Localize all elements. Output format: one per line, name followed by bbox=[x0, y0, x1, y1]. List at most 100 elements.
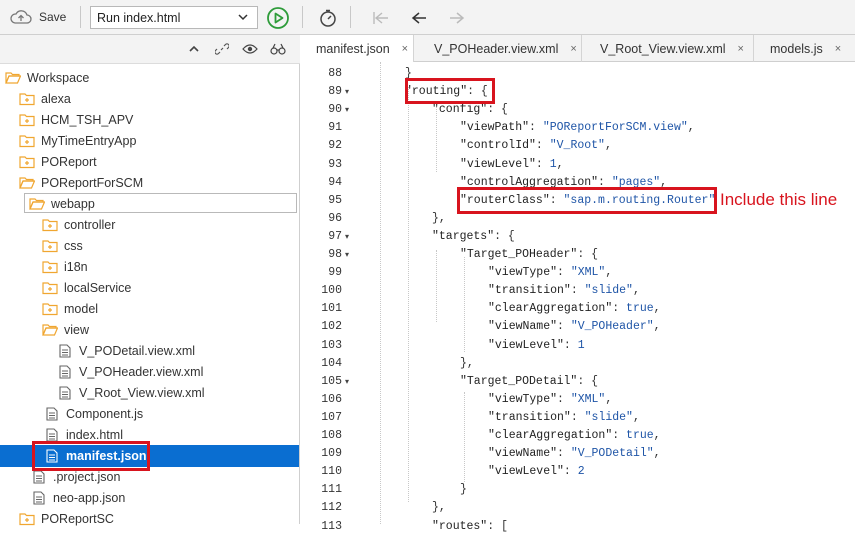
tree-item-label: V_Root_View.view.xml bbox=[79, 385, 205, 400]
tree-folder-localservice[interactable]: localService bbox=[42, 277, 131, 298]
tab-label: V_Root_View.view.xml bbox=[600, 41, 726, 56]
tree-folder-i18n[interactable]: i18n bbox=[42, 256, 88, 277]
line-number: 96 bbox=[328, 211, 342, 225]
line-number: 99 bbox=[328, 266, 342, 280]
tree-file-component-js[interactable]: Component.js bbox=[46, 403, 143, 424]
run-button[interactable] bbox=[266, 6, 290, 30]
line-number: 102 bbox=[321, 320, 342, 334]
timer-run-button[interactable] bbox=[317, 7, 339, 29]
tree-file-neo-app-json[interactable]: neo-app.json bbox=[33, 487, 125, 508]
link-editor-button[interactable] bbox=[214, 41, 230, 57]
tree-item-label: Workspace bbox=[27, 70, 90, 85]
code-line: } bbox=[460, 483, 467, 497]
tree-item-label: localService bbox=[64, 280, 132, 295]
tree-folder-poreport[interactable]: POReport bbox=[19, 151, 97, 172]
code-line: "viewLevel": 1, bbox=[460, 157, 564, 171]
tab-manifest-json[interactable]: manifest.json × bbox=[300, 35, 414, 63]
code-line: "clearAggregation": true, bbox=[488, 302, 661, 316]
tree-folder-poreportsc[interactable]: POReportSC bbox=[19, 508, 114, 529]
tree-folder-mytimeentryapp[interactable]: MyTimeEntryApp bbox=[19, 130, 136, 151]
tree-item-label: POReportSC bbox=[41, 511, 114, 526]
run-config-select[interactable]: Run index.html bbox=[90, 6, 258, 29]
tree-folder-alexa[interactable]: alexa bbox=[19, 88, 71, 109]
folder-icon bbox=[19, 92, 35, 105]
line-number: 91 bbox=[328, 121, 342, 135]
file-icon bbox=[59, 364, 71, 379]
fold-toggle[interactable]: ▾ bbox=[345, 377, 353, 386]
line-number: 97 bbox=[328, 229, 342, 243]
tree-item-label: view bbox=[64, 322, 90, 337]
tree-file-v-poheader-view-xml[interactable]: V_POHeader.view.xml bbox=[59, 361, 203, 382]
line-number: 108 bbox=[321, 429, 342, 442]
fold-toggle[interactable]: ▾ bbox=[345, 232, 353, 241]
tree-item-label: controller bbox=[64, 217, 116, 232]
play-icon bbox=[267, 7, 289, 29]
tree-folder-model[interactable]: model bbox=[42, 298, 98, 319]
fold-toggle[interactable]: ▾ bbox=[345, 105, 353, 114]
code-line: "targets": { bbox=[432, 229, 515, 243]
code-line: "config": { bbox=[432, 103, 508, 117]
tree-file-v-podetail-view-xml[interactable]: V_PODetail.view.xml bbox=[59, 340, 195, 361]
link-icon bbox=[215, 43, 229, 55]
forward-button[interactable] bbox=[446, 7, 468, 29]
tree-item-label: V_PODetail.view.xml bbox=[79, 343, 196, 358]
binoculars-icon bbox=[270, 43, 286, 55]
tree-item-label: .project.json bbox=[53, 469, 121, 484]
tree-folder-view[interactable]: view bbox=[42, 319, 89, 340]
tree-item-label: index.html bbox=[66, 427, 123, 442]
line-number: 100 bbox=[321, 284, 342, 298]
code-line: "routes": [ bbox=[432, 519, 508, 533]
code-line: "transition": "slide", bbox=[488, 410, 640, 424]
run-config-label: Run index.html bbox=[97, 10, 181, 25]
folder-icon bbox=[19, 113, 35, 126]
indent-guide bbox=[464, 257, 465, 352]
chevron-up-icon bbox=[189, 45, 199, 52]
tab-v-root-view[interactable]: V_Root_View.view.xml × bbox=[582, 35, 754, 62]
toolbar-divider bbox=[80, 6, 81, 28]
line-number: 89 bbox=[328, 85, 342, 99]
code-line: "viewPath": "POReportForSCM.view", bbox=[460, 121, 695, 135]
line-number: 112 bbox=[321, 501, 342, 515]
tree-folder-hcm-tsh-apv[interactable]: HCM_TSH_APV bbox=[19, 109, 133, 130]
close-icon[interactable]: × bbox=[835, 43, 841, 55]
collapse-button[interactable] bbox=[186, 41, 202, 57]
fold-toggle[interactable]: ▾ bbox=[345, 250, 353, 259]
close-icon[interactable]: × bbox=[402, 43, 408, 55]
file-icon bbox=[33, 490, 45, 505]
indent-guide bbox=[464, 392, 465, 482]
first-change-button[interactable] bbox=[370, 7, 392, 29]
tree-item-label: neo-app.json bbox=[53, 490, 126, 505]
tree-folder-poreportforscm[interactable]: POReportForSCM bbox=[19, 172, 143, 193]
line-number: 104 bbox=[321, 356, 342, 370]
tree-folder-workspace[interactable]: Workspace bbox=[5, 67, 89, 88]
tree-folder-css[interactable]: css bbox=[42, 235, 83, 256]
code-editor[interactable]: 88} 89 ▾ "routing": {90 ▾ "config": {91 "viewP… bbox=[300, 62, 855, 533]
tree-file-v-root-view-view-xml[interactable]: V_Root_View.view.xml bbox=[59, 382, 205, 403]
show-hidden-button[interactable] bbox=[242, 41, 258, 57]
fold-toggle[interactable]: ▾ bbox=[345, 87, 353, 96]
tree-item-label: model bbox=[64, 301, 99, 316]
folder-icon bbox=[19, 134, 35, 147]
line-number: 90 bbox=[328, 103, 342, 117]
tree-item-label: i18n bbox=[64, 259, 88, 274]
save-button[interactable]: Save bbox=[9, 6, 66, 28]
tab-models-js[interactable]: models.js × bbox=[754, 35, 855, 62]
folder-open-icon bbox=[19, 176, 35, 189]
search-workspace-button[interactable] bbox=[270, 41, 286, 57]
close-icon[interactable]: × bbox=[738, 43, 744, 55]
cloud-save-icon bbox=[10, 10, 32, 24]
folder-icon bbox=[42, 260, 58, 273]
manifest-highlight-box bbox=[32, 441, 150, 471]
close-icon[interactable]: × bbox=[570, 43, 576, 55]
line-number: 107 bbox=[321, 410, 342, 424]
file-icon bbox=[33, 469, 45, 484]
tab-v-poheader[interactable]: V_POHeader.view.xml × bbox=[414, 35, 582, 62]
tree-folder-controller[interactable]: controller bbox=[42, 214, 115, 235]
tree-folder-webapp[interactable]: webapp bbox=[29, 193, 95, 214]
back-button[interactable] bbox=[408, 7, 430, 29]
code-line: }, bbox=[460, 356, 474, 370]
folder-icon bbox=[42, 218, 58, 231]
code-line: "clearAggregation": true, bbox=[488, 429, 661, 442]
file-icon bbox=[59, 343, 71, 358]
toolbar-divider bbox=[302, 6, 303, 28]
